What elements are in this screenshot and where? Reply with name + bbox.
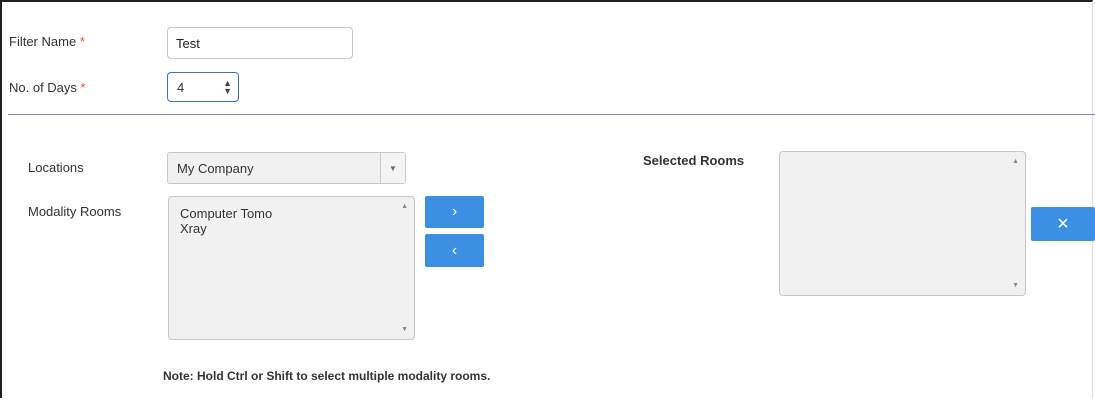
section-divider (8, 114, 1095, 115)
locations-selected-value: My Company (177, 160, 254, 176)
list-item[interactable]: Xray (169, 221, 414, 236)
selected-rooms-listbox[interactable]: ▲ ▼ (779, 151, 1026, 296)
days-value: 4 (177, 79, 185, 95)
modality-rooms-listbox[interactable]: Computer Tomo Xray ▲ ▼ (168, 196, 415, 340)
filter-name-label: Filter Name * (9, 34, 85, 49)
locations-label: Locations (28, 160, 84, 175)
spinner-icon[interactable]: ▲ ▼ (223, 79, 232, 96)
add-room-button[interactable]: › (425, 196, 484, 228)
selection-note: Note: Hold Ctrl or Shift to select multi… (163, 369, 491, 383)
filter-name-input[interactable] (167, 27, 353, 59)
modality-rooms-label: Modality Rooms (28, 204, 122, 219)
scroll-up-icon[interactable]: ▲ (401, 203, 408, 210)
scroll-down-icon[interactable]: ▼ (401, 326, 408, 333)
selected-rooms-label: Selected Rooms (643, 153, 745, 168)
scroll-down-icon[interactable]: ▼ (1012, 282, 1019, 289)
remove-room-button[interactable]: ‹ (425, 234, 484, 267)
chevron-right-icon: › (451, 203, 458, 220)
days-number-input[interactable]: 4 ▲ ▼ (167, 72, 239, 102)
close-icon: × (1057, 212, 1069, 235)
scroll-up-icon[interactable]: ▲ (1012, 158, 1019, 165)
list-item[interactable]: Computer Tomo (169, 206, 414, 221)
chevron-left-icon: ‹ (451, 241, 458, 259)
locations-select[interactable]: My Company ▼ (167, 152, 406, 184)
days-label: No. of Days * (9, 80, 86, 95)
caret-down-icon[interactable]: ▼ (380, 153, 405, 183)
clear-selected-button[interactable]: × (1031, 207, 1095, 241)
